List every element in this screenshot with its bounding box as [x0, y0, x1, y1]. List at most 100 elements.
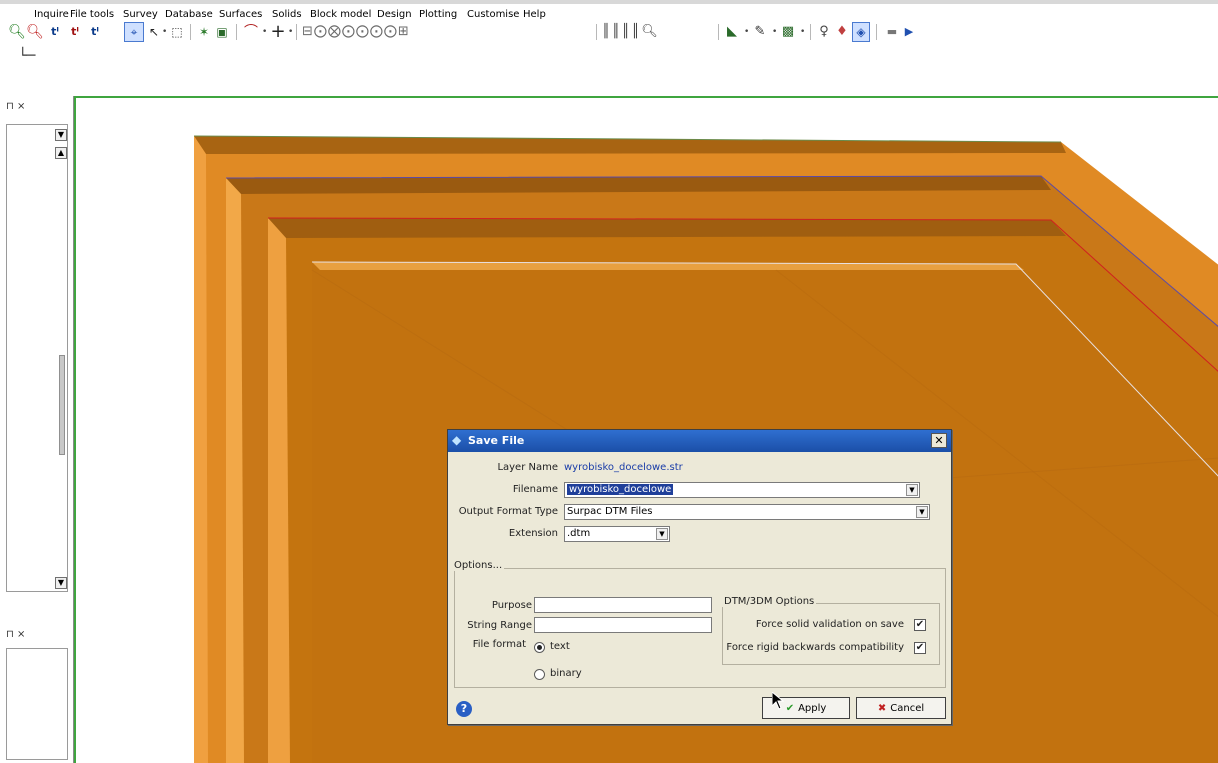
- menu-survey[interactable]: Survey: [123, 9, 158, 20]
- pin-close-controls[interactable]: ⊓ ⨯: [6, 101, 25, 112]
- close-icon[interactable]: ✕: [931, 433, 947, 448]
- extension-select[interactable]: .dtm ▼: [564, 526, 670, 542]
- purpose-input[interactable]: [534, 597, 712, 613]
- render-icon[interactable]: ♦: [834, 22, 850, 42]
- menu-inquire[interactable]: Inquire: [34, 9, 69, 20]
- file-format-text-radio[interactable]: [534, 642, 545, 653]
- toolbar-separator: [718, 24, 719, 40]
- file-format-binary-label: binary: [550, 668, 582, 679]
- chevron-down-icon[interactable]: ▼: [906, 484, 918, 496]
- force-solid-checkbox[interactable]: ✔: [914, 619, 926, 631]
- string-range-label: String Range: [467, 620, 532, 631]
- toolbar-separator: [810, 24, 811, 40]
- digitise-icon[interactable]: ⌒: [242, 22, 260, 42]
- zoom-window-icon[interactable]: 🔍︎: [26, 22, 44, 42]
- menu-database[interactable]: Database: [165, 9, 213, 20]
- dialog-app-icon: ◆: [452, 433, 462, 447]
- block-icon[interactable]: ◣: [724, 22, 740, 42]
- menu-block-model[interactable]: Block model: [310, 9, 371, 20]
- extension-label: Extension: [508, 528, 558, 539]
- bulb-icon[interactable]: ♀: [818, 22, 830, 42]
- crosshair-icon[interactable]: +: [270, 22, 286, 42]
- toolbar: 🔍︎ 🔍︎ tᴵ tᴵ tᴵ ⌖ ↖ • ⬚ ✶ ▣ ⌒ • + • ⊟⨀⨂⨀⨀…: [0, 20, 1218, 76]
- toolbar-separator: [236, 24, 237, 40]
- map-icon[interactable]: ▩: [780, 22, 796, 42]
- cancel-button[interactable]: ✖ Cancel: [856, 697, 946, 719]
- axis-zx-icon[interactable]: tᴵ: [46, 22, 64, 42]
- left-panel: ⊓ ⨯ ▼ ▲ ▼ ⊓ ⨯: [0, 96, 74, 763]
- file-format-text-label: text: [550, 641, 570, 652]
- mouse-cursor-icon: [772, 692, 784, 710]
- file-format-label: File format: [472, 639, 526, 650]
- pin-close-controls[interactable]: ⊓ ⨯: [6, 629, 25, 640]
- string-tools-icon[interactable]: ⊟⨀⨂⨀⨀⨀⨀⊞: [302, 22, 532, 42]
- check-icon: ✔: [785, 702, 795, 714]
- box-select-icon[interactable]: ⬚: [170, 22, 184, 42]
- globe-icon[interactable]: ◈: [852, 22, 870, 42]
- film-icon[interactable]: ▬: [884, 22, 900, 42]
- cancel-label: Cancel: [890, 702, 925, 714]
- output-format-select[interactable]: Surpac DTM Files ▼: [564, 504, 930, 520]
- dtm-options-group: [722, 603, 940, 665]
- axis-zx-alt-icon[interactable]: tᴵ: [66, 22, 84, 42]
- filename-field[interactable]: wyrobisko_docelowe ▼: [564, 482, 920, 498]
- dtm-options-label: DTM/3DM Options: [722, 596, 817, 607]
- shade-icon[interactable]: ✎: [752, 22, 768, 42]
- force-rigid-checkbox[interactable]: ✔: [914, 642, 926, 654]
- block-dropdown-icon[interactable]: •: [744, 22, 749, 42]
- toolbar-separator: [876, 24, 877, 40]
- snap-cursor-icon[interactable]: └─: [10, 46, 44, 66]
- navigator-panel[interactable]: ▼ ▲ ▼: [6, 124, 68, 592]
- dialog-title: Save File: [468, 434, 525, 447]
- extension-value: .dtm: [567, 528, 591, 539]
- shade-dropdown-icon[interactable]: •: [772, 22, 777, 42]
- toolbar-separator: [596, 24, 597, 40]
- filename-value: wyrobisko_docelowe: [567, 484, 674, 495]
- solid-left-bevel: [194, 136, 208, 763]
- pointer-dropdown-icon[interactable]: •: [162, 22, 167, 42]
- pointer-icon[interactable]: ↖: [148, 22, 160, 42]
- menu-plotting[interactable]: Plotting: [419, 9, 457, 20]
- force-rigid-label: Force rigid backwards compatibility: [726, 642, 904, 653]
- play-icon[interactable]: ▶: [902, 22, 916, 42]
- chevron-down-icon[interactable]: ▼: [55, 577, 67, 589]
- string-range-input[interactable]: [534, 617, 712, 633]
- layer-name-value: wyrobisko_docelowe.str: [564, 462, 683, 473]
- digitise-dropdown-icon[interactable]: •: [262, 22, 267, 42]
- panel-header-top: ⊓ ⨯: [0, 98, 74, 118]
- menu-customise[interactable]: Customise: [467, 9, 519, 20]
- view-select-icon[interactable]: ⌖: [124, 22, 144, 42]
- chevron-up-icon[interactable]: ▲: [55, 147, 67, 159]
- map-dropdown-icon[interactable]: •: [800, 22, 805, 42]
- crosshair-dropdown-icon[interactable]: •: [288, 22, 293, 42]
- plot-icon[interactable]: ║║║║🔍︎: [602, 22, 712, 42]
- file-format-binary-radio[interactable]: [534, 669, 545, 680]
- solid-tier-2-side: [226, 178, 244, 763]
- toolbar-separator: [190, 24, 191, 40]
- output-format-value: Surpac DTM Files: [567, 506, 653, 517]
- options-group-label: Options...: [452, 560, 505, 571]
- menu-solids[interactable]: Solids: [272, 9, 302, 20]
- menu-surfaces[interactable]: Surfaces: [219, 9, 262, 20]
- layers-icon[interactable]: ✶: [196, 22, 212, 42]
- chevron-down-icon[interactable]: ▼: [55, 129, 67, 141]
- zoom-icon[interactable]: 🔍︎: [8, 22, 26, 42]
- output-format-label: Output Format Type: [458, 506, 558, 517]
- panel-header-bottom: ⊓ ⨯: [0, 626, 74, 646]
- cancel-x-icon: ✖: [877, 702, 887, 714]
- properties-panel[interactable]: [6, 648, 68, 760]
- menu-help[interactable]: Help: [523, 9, 546, 20]
- chevron-down-icon[interactable]: ▼: [916, 506, 928, 518]
- axis-zy-icon[interactable]: tᴵ: [86, 22, 104, 42]
- solid-tier-3-bevel: [268, 218, 1066, 238]
- layer-name-label: Layer Name: [497, 462, 558, 473]
- dialog-title-bar[interactable]: ◆ Save File ✕: [448, 430, 951, 452]
- help-icon[interactable]: ?: [456, 701, 472, 717]
- apply-label: Apply: [798, 702, 827, 714]
- menu-bar: Inquire File tools Survey Database Surfa…: [0, 0, 1218, 20]
- image-icon[interactable]: ▣: [214, 22, 230, 42]
- menu-file-tools[interactable]: File tools: [70, 9, 114, 20]
- chevron-down-icon[interactable]: ▼: [656, 528, 668, 540]
- menu-design[interactable]: Design: [377, 9, 412, 20]
- scrollbar-thumb[interactable]: [59, 355, 65, 455]
